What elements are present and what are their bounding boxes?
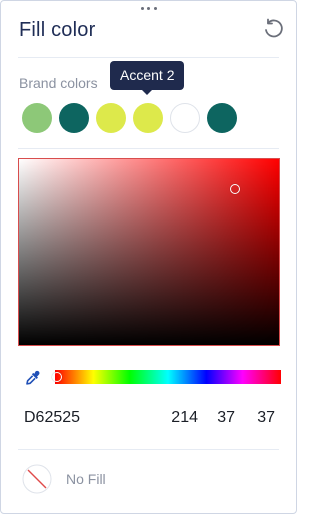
swatch-white[interactable] — [170, 103, 200, 133]
blue-value[interactable]: 37 — [248, 409, 275, 427]
divider — [18, 57, 279, 58]
brand-swatches — [22, 103, 237, 133]
green-value[interactable]: 37 — [208, 409, 235, 427]
saturation-value-area[interactable] — [18, 158, 280, 346]
color-picker-handle[interactable] — [230, 184, 240, 194]
hue-slider[interactable] — [52, 370, 281, 384]
swatch-tooltip: Accent 2 — [110, 61, 185, 95]
divider — [18, 449, 279, 450]
no-fill-icon — [22, 464, 52, 494]
swatch-teal[interactable] — [59, 103, 89, 133]
divider — [18, 148, 279, 149]
swatch-accent-2[interactable] — [133, 103, 163, 133]
fill-color-panel: Fill color Brand colors Accent 2 D62525 … — [0, 0, 297, 514]
swatch-yellow-green[interactable] — [96, 103, 126, 133]
eyedropper-icon[interactable] — [24, 369, 42, 387]
no-fill-label: No Fill — [66, 471, 106, 487]
swatch-green[interactable] — [22, 103, 52, 133]
red-value[interactable]: 214 — [161, 409, 198, 427]
hex-value[interactable]: D62525 — [24, 409, 80, 427]
hue-slider-handle[interactable] — [52, 372, 62, 382]
reset-icon[interactable] — [262, 18, 284, 40]
drag-handle-icon[interactable] — [140, 5, 157, 11]
brand-colors-label: Brand colors — [19, 75, 98, 91]
panel-title: Fill color — [19, 19, 96, 41]
no-fill-option[interactable]: No Fill — [22, 464, 106, 494]
swatch-teal-2[interactable] — [207, 103, 237, 133]
